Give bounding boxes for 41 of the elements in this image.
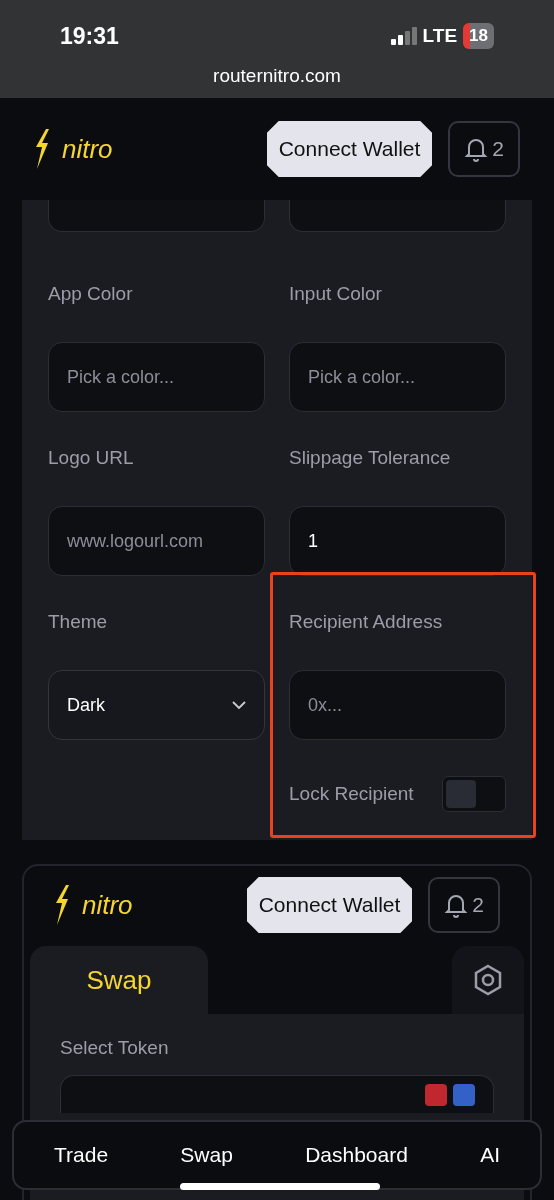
battery-indicator: 18 — [463, 23, 494, 49]
field-label: Slippage Tolerance — [289, 446, 452, 470]
bell-icon — [464, 136, 489, 162]
input-field-bottom[interactable] — [48, 200, 265, 232]
theme-select[interactable]: Dark — [48, 670, 265, 740]
text-input-field[interactable]: www.logourl.com — [48, 506, 265, 576]
signal-icon — [390, 27, 417, 45]
field-label: Input Color — [289, 282, 383, 306]
notifications-button[interactable]: 2 — [448, 121, 520, 177]
text-input-field[interactable]: Pick a color... — [48, 342, 265, 412]
nav-link[interactable]: Swap — [180, 1139, 233, 1171]
field-label: App Color — [48, 282, 134, 306]
url-text: routernitro.com — [212, 64, 342, 88]
nav-link[interactable]: Dashboard — [305, 1139, 408, 1171]
field-label: Theme — [48, 610, 109, 634]
text-input-field[interactable]: 0x... — [289, 670, 506, 740]
network-label: LTE — [422, 23, 458, 48]
text-input-field[interactable]: Pick a color... — [289, 342, 506, 412]
connect-wallet-button[interactable]: Connect Wallet — [266, 121, 433, 177]
swap-tab[interactable]: Swap — [30, 946, 208, 1014]
connect-wallet-button[interactable]: Connect Wallet — [246, 877, 413, 933]
logo-text: nitro — [62, 132, 113, 166]
lock-recipient-label: Lock Recipient — [289, 781, 414, 806]
lock-recipient-toggle[interactable] — [442, 776, 506, 812]
lightning-bolt-icon — [54, 885, 70, 925]
settings-icon — [473, 964, 503, 996]
token-search-field[interactable] — [60, 1074, 494, 1113]
bell-icon — [444, 892, 469, 918]
text-input-field[interactable]: 1 — [289, 506, 506, 576]
select-token-label: Select Token — [60, 1037, 169, 1058]
chevron-down-icon — [232, 700, 246, 710]
nav-link[interactable]: AI — [480, 1139, 500, 1171]
input-field-bottom[interactable] — [289, 200, 506, 232]
logo-text: nitro — [82, 888, 133, 922]
field-label: Recipient Address — [289, 610, 444, 634]
settings-button[interactable] — [452, 946, 524, 1014]
status-time: 19:31 — [60, 21, 119, 51]
nav-link[interactable]: Trade — [54, 1139, 109, 1171]
notifications-button[interactable]: 2 — [428, 877, 500, 933]
lightning-bolt-icon — [34, 129, 50, 169]
field-label: Logo URL — [48, 446, 135, 470]
